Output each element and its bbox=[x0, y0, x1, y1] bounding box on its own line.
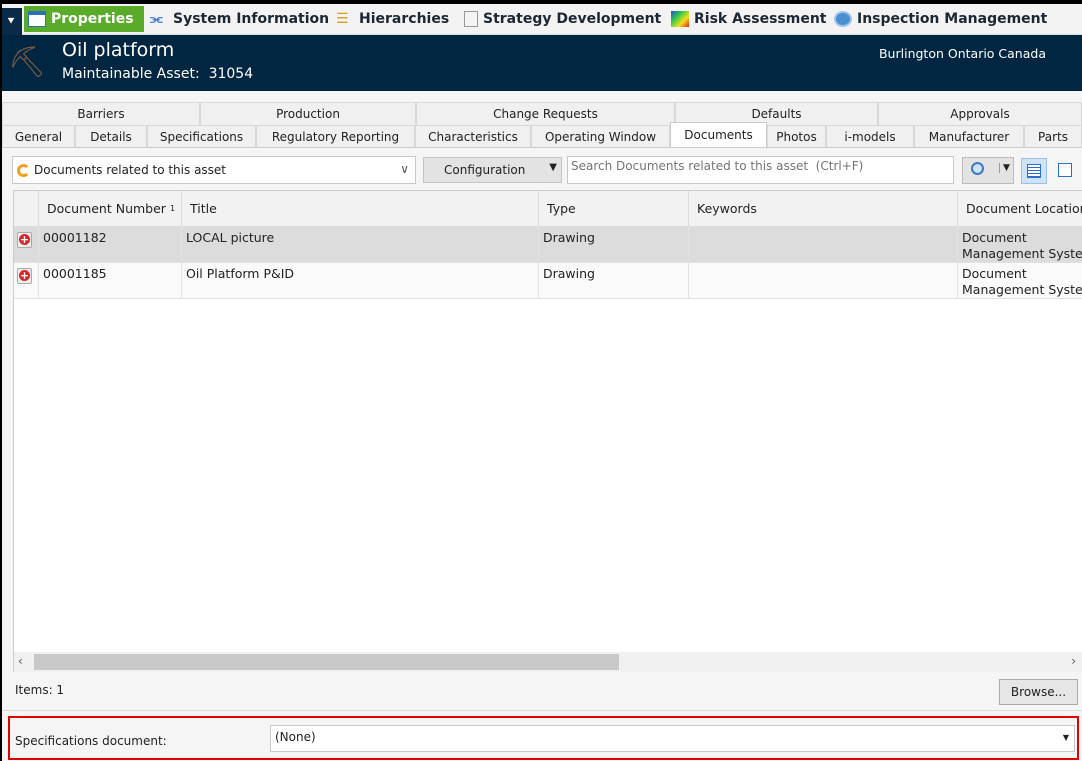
cell-keywords bbox=[689, 263, 958, 299]
cell-title: Oil Platform P&ID bbox=[182, 263, 539, 299]
asset-id: 31054 bbox=[208, 66, 254, 82]
tab-change-requests[interactable]: Change Requests bbox=[416, 102, 675, 125]
specifications-document-highlight: Specifications document: (None) ▼ bbox=[8, 716, 1079, 760]
items-count: Items: 1 bbox=[15, 683, 65, 697]
window-icon bbox=[28, 11, 46, 27]
cell-type: Drawing bbox=[539, 227, 689, 263]
tab-operating-window[interactable]: Operating Window bbox=[531, 125, 670, 148]
cell-number: 00001182 bbox=[39, 227, 182, 263]
tab-barriers[interactable]: Barriers bbox=[2, 102, 200, 125]
tab-specifications[interactable]: Specifications bbox=[147, 125, 256, 148]
asset-type-label: Maintainable Asset: bbox=[62, 66, 200, 82]
caret-down-icon: ▼ bbox=[1062, 733, 1069, 742]
caret-down-icon: ▼ bbox=[999, 163, 1010, 173]
row-icon-header bbox=[14, 191, 39, 227]
scrollbar-thumb[interactable] bbox=[34, 654, 619, 670]
scroll-left-icon[interactable]: ‹ bbox=[18, 654, 23, 668]
tab-manufacturer[interactable]: Manufacturer bbox=[914, 125, 1024, 148]
detail-view-icon[interactable] bbox=[1053, 158, 1079, 184]
search-input[interactable] bbox=[567, 156, 954, 184]
cell-type: Drawing bbox=[539, 263, 689, 299]
chevron-down-icon: ∨ bbox=[400, 162, 409, 176]
column-header-title[interactable]: Title bbox=[182, 191, 539, 227]
column-header-type[interactable]: Type bbox=[539, 191, 689, 227]
detail-glyph bbox=[1058, 163, 1072, 177]
asset-subtitle: Maintainable Asset: 31054 bbox=[62, 66, 253, 82]
specifications-document-value: (None) bbox=[275, 730, 316, 744]
cell-location: Document Management System bbox=[958, 227, 1082, 263]
cell-number: 00001185 bbox=[39, 263, 182, 299]
tab-parts[interactable]: Parts bbox=[1024, 125, 1082, 148]
query-icon bbox=[17, 163, 30, 177]
query-value: Documents related to this asset bbox=[34, 163, 227, 177]
nav-inspection-management[interactable]: Inspection Management bbox=[830, 6, 1051, 32]
document-icon bbox=[464, 11, 478, 27]
location-line: Document bbox=[962, 266, 1027, 281]
cell-title: LOCAL picture bbox=[182, 227, 539, 263]
risk-matrix-icon bbox=[671, 11, 689, 27]
tab-details[interactable]: Details bbox=[75, 125, 147, 148]
nav-hierarchies[interactable]: ☰ Hierarchies bbox=[332, 6, 453, 32]
hierarchy-icon: ☰ bbox=[336, 11, 349, 27]
tab-general[interactable]: General bbox=[2, 125, 75, 148]
table-row[interactable]: 00001185 Oil Platform P&ID Drawing Docum… bbox=[14, 263, 1082, 299]
column-label: Document Number bbox=[47, 201, 166, 216]
sort-indicator: 1 bbox=[169, 204, 176, 213]
specifications-document-label: Specifications document: bbox=[15, 734, 167, 748]
tab-photos[interactable]: Photos bbox=[767, 125, 826, 148]
cell-location: Document Management System bbox=[958, 263, 1082, 299]
location-line: Document bbox=[962, 230, 1027, 245]
tab-approvals[interactable]: Approvals bbox=[878, 102, 1082, 125]
tab-production[interactable]: Production bbox=[200, 102, 416, 125]
asset-header: ⛏ Oil platform Maintainable Asset: 31054… bbox=[2, 35, 1082, 91]
nav-risk-assessment[interactable]: Risk Assessment bbox=[667, 6, 831, 32]
configuration-label: Configuration bbox=[444, 163, 526, 177]
asset-title: Oil platform bbox=[62, 39, 175, 61]
configuration-button[interactable]: Configuration ▼ bbox=[423, 157, 562, 183]
scroll-right-icon[interactable]: › bbox=[1071, 654, 1076, 668]
list-view-icon[interactable] bbox=[1021, 158, 1047, 184]
specifications-document-select[interactable]: (None) ▼ bbox=[270, 725, 1075, 752]
column-header-keywords[interactable]: Keywords bbox=[689, 191, 958, 227]
tab-row-1: Barriers Production Change Requests Defa… bbox=[2, 102, 1082, 125]
tab-regulatory-reporting[interactable]: Regulatory Reporting bbox=[256, 125, 415, 148]
asset-location: Burlington Ontario Canada bbox=[878, 46, 1046, 61]
location-line: Management System bbox=[962, 282, 1082, 297]
gauge-icon bbox=[834, 11, 852, 27]
document-add-icon[interactable] bbox=[17, 232, 32, 248]
search-button[interactable]: ▼ bbox=[962, 157, 1014, 184]
module-nav-bar: ⯆ Properties ⫘ System Information ☰ Hier… bbox=[0, 4, 1082, 35]
documents-grid: Document Number 1 Title Type Keywords Do… bbox=[13, 190, 1082, 672]
oil-pump-icon: ⛏ bbox=[8, 45, 47, 80]
tab-characteristics[interactable]: Characteristics bbox=[415, 125, 531, 148]
document-add-icon[interactable] bbox=[17, 268, 32, 284]
nav-properties[interactable]: Properties bbox=[24, 6, 144, 32]
column-header-document-location[interactable]: Document Location bbox=[958, 191, 1082, 227]
tab-divider bbox=[2, 147, 1082, 148]
cell-keywords bbox=[689, 227, 958, 263]
caret-down-icon: ▼ bbox=[549, 162, 557, 173]
tree-connector-icon: ⫘ bbox=[150, 11, 163, 27]
location-line: Management System bbox=[962, 246, 1082, 261]
column-header-document-number[interactable]: Document Number 1 bbox=[39, 191, 182, 227]
divider bbox=[2, 710, 1082, 711]
nav-strategy-development[interactable]: Strategy Development bbox=[460, 6, 665, 32]
table-row[interactable]: 00001182 LOCAL picture Drawing DocumentM… bbox=[14, 227, 1082, 263]
nav-system-information[interactable]: ⫘ System Information bbox=[146, 6, 333, 32]
search-icon bbox=[971, 162, 984, 175]
horizontal-scrollbar[interactable]: ‹ › bbox=[14, 652, 1082, 672]
list-glyph bbox=[1027, 164, 1041, 178]
tab-i-models[interactable]: i-models bbox=[826, 125, 914, 148]
tab-row-2: General Details Specifications Regulator… bbox=[2, 122, 1082, 148]
tab-documents[interactable]: Documents bbox=[670, 122, 767, 147]
double-chevron-down-icon[interactable]: ⯆ bbox=[0, 8, 22, 35]
query-selector[interactable]: Documents related to this asset ∨ bbox=[12, 156, 416, 184]
browse-button[interactable]: Browse... bbox=[999, 679, 1078, 705]
